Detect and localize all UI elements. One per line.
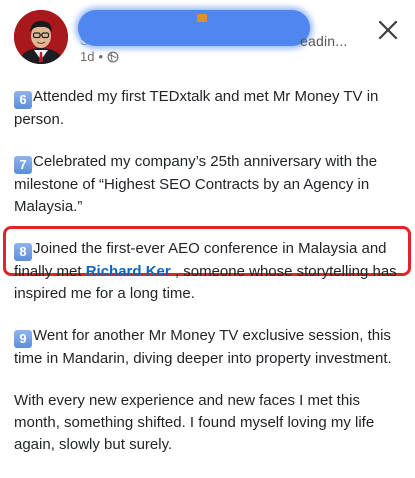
paragraph-closing: With every new experience and new faces … — [14, 390, 406, 456]
post-body: 6 Attended my first TEDxtalk and met Mr M… — [14, 86, 406, 476]
paragraph-text: Went for another Mr Money TV exclusive s… — [14, 327, 392, 367]
mention-link[interactable]: Richard Ker — [86, 263, 171, 280]
paragraph-7: 7 Celebrated my company’s 25th anniversar… — [14, 151, 406, 218]
meta-separator: • — [98, 49, 104, 64]
keycap-8-icon: 8 — [14, 243, 32, 261]
paragraph-text: With every new experience and new faces … — [14, 392, 375, 453]
paragraph-text: Attended my first TEDxtalk and met Mr Mo… — [14, 88, 379, 128]
paragraph-6: 6 Attended my first TEDxtalk and met Mr M… — [14, 86, 406, 131]
paragraph-8: 8 Joined the first-ever AEO conference in… — [14, 238, 406, 305]
post-meta: 1d • — [80, 49, 119, 64]
author-headline[interactable]: eadin... — [300, 33, 348, 49]
keycap-9-icon: 9 — [14, 330, 32, 348]
post-header: S eadin... 1d • — [0, 0, 415, 76]
badge-icon — [197, 14, 207, 22]
keycap-7-icon: 7 — [14, 156, 32, 174]
close-icon — [378, 20, 398, 40]
redacted-author-name — [78, 10, 310, 46]
globe-icon — [107, 51, 119, 62]
close-button[interactable] — [375, 17, 401, 43]
post-card: S eadin... 1d • 6Attended my first TEDxt… — [0, 0, 415, 478]
paragraph-text: Celebrated my company’s 25th anniversary… — [14, 153, 378, 215]
paragraph-9: 9 Went for another Mr Money TV exclusive … — [14, 325, 406, 370]
avatar[interactable] — [14, 10, 68, 64]
avatar-image — [14, 10, 68, 64]
post-time: 1d — [80, 49, 95, 64]
keycap-6-icon: 6 — [14, 91, 32, 109]
